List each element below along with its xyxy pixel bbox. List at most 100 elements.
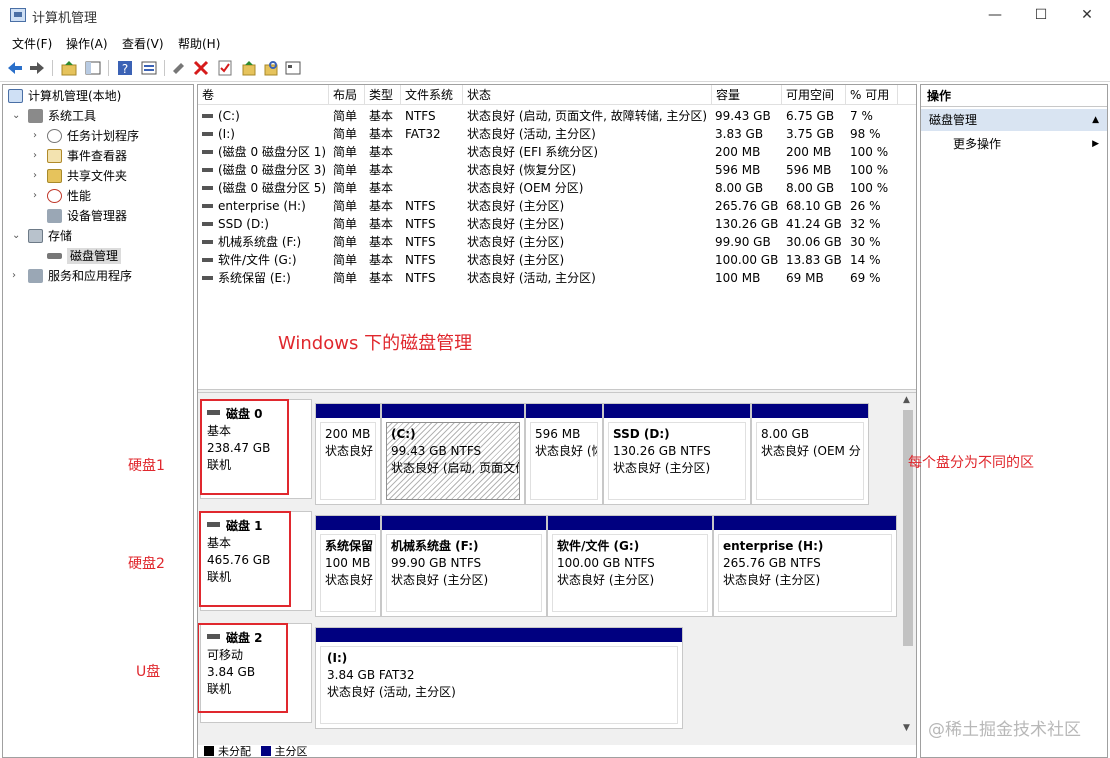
connect-icon[interactable]	[170, 59, 188, 77]
forward-icon[interactable]	[28, 59, 46, 77]
partition-disk1-h[interactable]: enterprise (H:) 265.76 GB NTFS 状态良好 (主分区)	[713, 515, 897, 617]
table-cell: (磁盘 0 磁盘分区 5)	[202, 179, 326, 197]
tree-item-computer-management[interactable]: 计算机管理(本地)	[8, 86, 121, 106]
tree-item-performance[interactable]: 性能	[47, 186, 91, 206]
scroll-down-icon[interactable]: ▼	[903, 723, 910, 733]
column-header-volume[interactable]: 卷	[198, 85, 329, 105]
tree-item-event-viewer[interactable]: 事件查看器	[47, 146, 127, 166]
cell-text: 简单	[333, 163, 358, 177]
table-cell: 简单	[333, 179, 357, 197]
tree-item-system-tools[interactable]: 系统工具	[28, 106, 96, 126]
column-header-type[interactable]: 类型	[365, 85, 401, 105]
table-row[interactable]: (C:) 简单 基本 NTFS 状态良好 (启动, 页面文件, 故障转储, 主分区) 99…	[198, 107, 916, 125]
cell-text: 简单	[333, 199, 358, 213]
cell-text: 596 MB	[715, 163, 761, 177]
table-row[interactable]: (磁盘 0 磁盘分区 3) 简单 基本 状态良好 (恢复分区) 596 MB 596 MB…	[198, 161, 916, 179]
menu-file[interactable]: 文件(F)	[12, 35, 52, 52]
partition-disk1-g[interactable]: 软件/文件 (G:) 100.00 GB NTFS 状态良好 (主分区)	[547, 515, 713, 617]
scrollbar-thumb[interactable]	[903, 410, 913, 646]
table-row[interactable]: 软件/文件 (G:) 简单 基本 NTFS 状态良好 (主分区) 100.00 GB 13.…	[198, 251, 916, 269]
check-icon[interactable]	[216, 59, 234, 77]
up-folder-icon[interactable]	[60, 59, 78, 77]
actions-disk-management[interactable]: 磁盘管理 ▲	[921, 109, 1107, 131]
table-cell: 状态良好 (活动, 主分区)	[467, 125, 596, 143]
partition-disk0-efi[interactable]: 200 MB 状态良好	[315, 403, 381, 505]
cell-text: 简单	[333, 217, 358, 231]
column-header-status[interactable]: 状态	[463, 85, 712, 105]
table-cell: NTFS	[405, 251, 436, 269]
tree-item-task-scheduler[interactable]: 任务计划程序	[47, 126, 139, 146]
table-cell: NTFS	[405, 269, 436, 287]
partition-disk0-d[interactable]: SSD (D:) 130.26 GB NTFS 状态良好 (主分区)	[603, 403, 751, 505]
table-row[interactable]: (I:) 简单 基本 FAT32 状态良好 (活动, 主分区) 3.83 GB 3.75 G…	[198, 125, 916, 143]
legend-primary-swatch	[260, 746, 271, 756]
collapse-up-icon[interactable]: ▲	[1092, 109, 1099, 131]
cell-text: 13.83 GB	[786, 253, 842, 267]
search-icon[interactable]	[262, 59, 280, 77]
table-cell: 69 MB	[786, 269, 824, 287]
column-header-capacity[interactable]: 容量	[712, 85, 782, 105]
tree-item-shared-folders[interactable]: 共享文件夹	[47, 166, 127, 186]
partition-disk0-c[interactable]: (C:) 99.43 GB NTFS 状态良好 (启动, 页面文件	[381, 403, 525, 505]
table-cell: (C:)	[202, 107, 240, 125]
more-actions[interactable]: 更多操作 ▶	[921, 133, 1107, 155]
cell-text: 简单	[333, 127, 358, 141]
disk-area-scrollbar[interactable]: ▲ ▼	[900, 393, 916, 757]
chevron-right-icon[interactable]: ›	[33, 126, 37, 146]
table-row[interactable]: 系统保留 (E:) 简单 基本 NTFS 状态良好 (活动, 主分区) 100 MB 69 …	[198, 269, 916, 287]
cell-text: 8.00 GB	[786, 181, 835, 195]
menu-view[interactable]: 查看(V)	[122, 35, 164, 52]
menu-action[interactable]: 操作(A)	[66, 35, 108, 52]
cell-text: 状态良好 (恢复分区)	[467, 163, 577, 177]
back-icon[interactable]	[6, 59, 24, 77]
show-hide-tree-icon[interactable]	[84, 59, 102, 77]
chevron-right-icon[interactable]: ›	[33, 186, 37, 206]
cell-text: 32 %	[850, 217, 881, 231]
chevron-right-icon[interactable]: ›	[33, 166, 37, 186]
svg-text:?: ?	[122, 62, 128, 76]
table-row[interactable]: enterprise (H:) 简单 基本 NTFS 状态良好 (主分区) 265.76 …	[198, 197, 916, 215]
delete-icon[interactable]	[192, 59, 210, 77]
table-cell: 软件/文件 (G:)	[202, 251, 297, 269]
chevron-down-icon[interactable]: ⌄	[12, 106, 20, 126]
column-header-filesystem[interactable]: 文件系统	[401, 85, 463, 105]
table-row[interactable]: SSD (D:) 简单 基本 NTFS 状态良好 (主分区) 130.26 GB 41.24…	[198, 215, 916, 233]
table-cell: 7 %	[850, 107, 873, 125]
chevron-right-icon[interactable]: ›	[12, 266, 16, 286]
export-icon[interactable]	[240, 59, 258, 77]
table-cell: 状态良好 (主分区)	[467, 233, 564, 251]
partition-disk1-system-reserved[interactable]: 系统保留 100 MB 状态良好	[315, 515, 381, 617]
column-header-free-space[interactable]: 可用空间	[782, 85, 846, 105]
partition-disk0-recovery[interactable]: 596 MB 状态良好 (恢	[525, 403, 603, 505]
console-icon[interactable]	[284, 59, 302, 77]
menu-help[interactable]: 帮助(H)	[178, 35, 220, 52]
table-row[interactable]: (磁盘 0 磁盘分区 5) 简单 基本 状态良好 (OEM 分区) 8.00 GB 8.0…	[198, 179, 916, 197]
chevron-right-icon[interactable]: ›	[33, 146, 37, 166]
cell-text: 基本	[369, 217, 394, 231]
scroll-up-icon[interactable]: ▲	[903, 395, 910, 405]
tree-item-device-manager[interactable]: 设备管理器	[47, 206, 127, 226]
table-cell: 简单	[333, 107, 357, 125]
column-header-layout[interactable]: 布局	[329, 85, 365, 105]
title-bar: 计算机管理 — ☐ ✕	[0, 0, 1110, 32]
partition-disk2-i[interactable]: (I:) 3.84 GB FAT32 状态良好 (活动, 主分区)	[315, 627, 683, 729]
tree-item-disk-management[interactable]: 磁盘管理	[47, 246, 122, 266]
table-cell: enterprise (H:)	[202, 197, 306, 215]
partition-disk0-oem[interactable]: 8.00 GB 状态良好 (OEM 分	[751, 403, 869, 505]
table-row[interactable]: (磁盘 0 磁盘分区 1) 简单 基本 状态良好 (EFI 系统分区) 200 MB 20…	[198, 143, 916, 161]
table-row[interactable]: 机械系统盘 (F:) 简单 基本 NTFS 状态良好 (主分区) 99.90 GB 30.0…	[198, 233, 916, 251]
table-cell: 265.76 GB	[715, 197, 778, 215]
help-icon[interactable]: ?	[116, 59, 134, 77]
partition-disk1-f[interactable]: 机械系统盘 (F:) 99.90 GB NTFS 状态良好 (主分区)	[381, 515, 547, 617]
chevron-down-icon[interactable]: ⌄	[12, 226, 20, 246]
minimize-button[interactable]: —	[972, 0, 1018, 30]
tree-item-services-apps[interactable]: 服务和应用程序	[28, 266, 132, 286]
maximize-button[interactable]: ☐	[1018, 0, 1064, 30]
tree-item-storage[interactable]: 存储	[28, 226, 72, 246]
table-cell: (磁盘 0 磁盘分区 3)	[202, 161, 326, 179]
properties-icon[interactable]	[140, 59, 158, 77]
event-log-icon	[47, 149, 62, 163]
close-button[interactable]: ✕	[1064, 0, 1110, 30]
table-cell: 26 %	[850, 197, 881, 215]
column-header-percent-free[interactable]: % 可用	[846, 85, 898, 105]
